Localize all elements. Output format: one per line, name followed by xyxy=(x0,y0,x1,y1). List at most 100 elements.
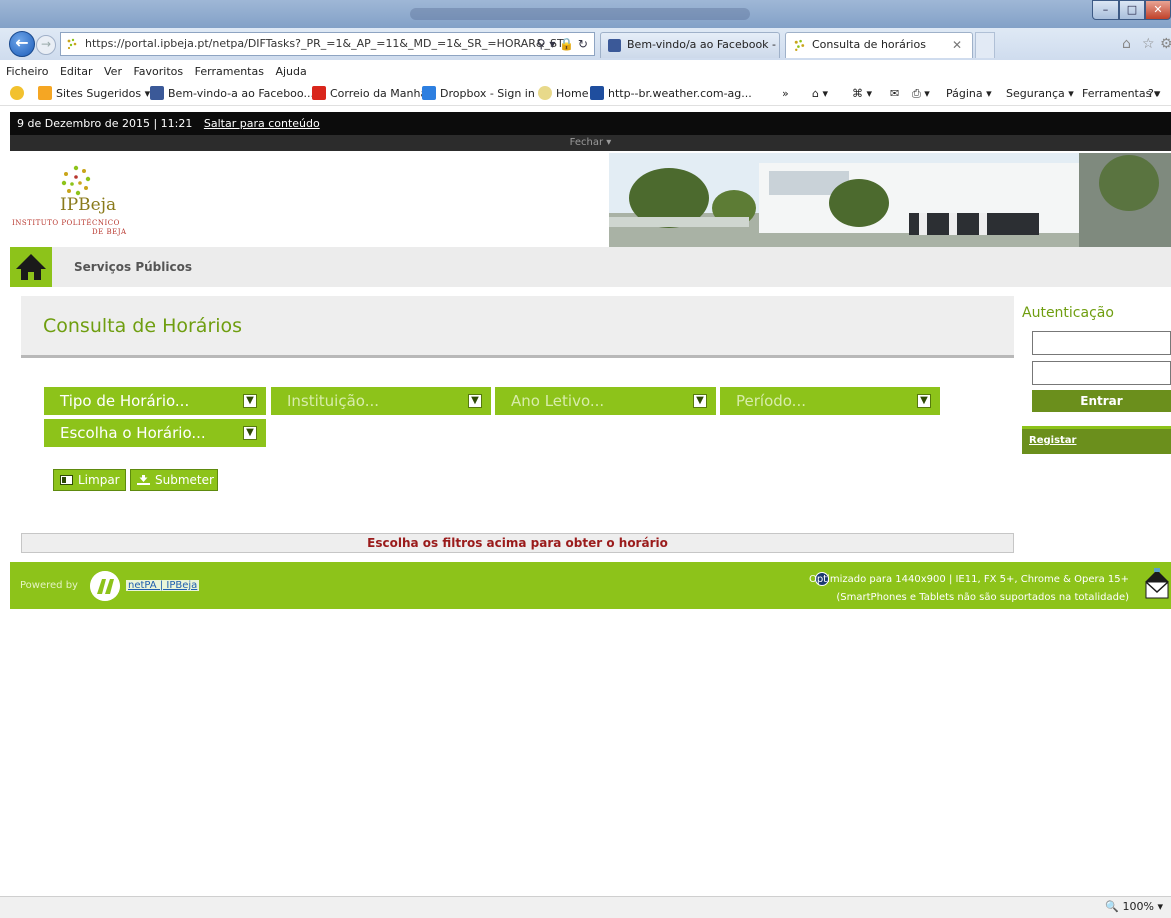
new-tab-button[interactable] xyxy=(975,32,995,58)
mail-envelope-icon[interactable] xyxy=(1143,568,1171,602)
site-header: IPBeja INSTITUTO POLITÉCNICO DE BEJA xyxy=(10,151,1171,247)
eraser-icon xyxy=(60,475,73,485)
download-icon xyxy=(137,475,150,485)
menu-ferramentas[interactable]: Ferramentas xyxy=(195,65,264,78)
fav-weather[interactable]: http--br.weather.com-ag... xyxy=(590,82,752,105)
chevron-down-icon: ▾ xyxy=(606,137,612,148)
fav-correio-manha[interactable]: Correio da Manhã xyxy=(312,82,427,105)
login-button[interactable]: Entrar xyxy=(1032,390,1171,412)
password-field[interactable] xyxy=(1032,361,1171,385)
breadcrumb-nav: Serviços Públicos xyxy=(10,247,1171,287)
maximize-button[interactable]: □ xyxy=(1119,0,1145,20)
logo-dots-icon xyxy=(61,165,91,196)
tab-facebook[interactable]: Bem-vindo/a ao Facebook - In... xyxy=(600,32,780,58)
fav-dropbox[interactable]: Dropbox - Sign in xyxy=(422,82,535,105)
facebook-icon xyxy=(150,86,164,100)
header-toggle[interactable]: Fechar ▾ xyxy=(10,135,1171,151)
filter-ano-letivo[interactable]: Ano Letivo... ▼ xyxy=(495,387,716,415)
filter-escolha-horario[interactable]: Escolha o Horário... ▼ xyxy=(44,419,266,447)
clear-button[interactable]: Limpar xyxy=(53,469,126,491)
dropbox-icon xyxy=(422,86,436,100)
logo-subtitle-1: INSTITUTO POLITÉCNICO xyxy=(12,219,120,227)
tab-consulta-horarios[interactable]: Consulta de horários ✕ xyxy=(785,32,973,58)
rss-feed-icon[interactable]: ⌘ ▾ xyxy=(852,82,872,105)
site-favicon-icon xyxy=(67,38,77,50)
address-controls-icon[interactable]: ⚲ ▾ 🔒 ↻ xyxy=(537,33,588,55)
minimize-button[interactable]: – xyxy=(1092,0,1119,20)
page-title: Consulta de Horários xyxy=(43,315,243,337)
help-icon[interactable]: ?▾ xyxy=(1148,82,1159,105)
netpa-link[interactable]: netPA | IPBeja xyxy=(126,580,200,591)
campus-photo xyxy=(609,153,1171,247)
logo-name: IPBeja xyxy=(60,195,117,215)
chevron-more-icon[interactable]: » xyxy=(782,82,789,105)
close-tab-icon[interactable]: ✕ xyxy=(952,33,962,57)
facebook-icon xyxy=(608,39,621,52)
home-icon[interactable]: ⌂ xyxy=(1122,36,1131,52)
page-footer: Powered by netPA | IPBeja Optimizado par… xyxy=(10,562,1171,609)
favorites-star-icon[interactable]: ☆ xyxy=(1142,36,1155,52)
tab-label: Bem-vindo/a ao Facebook - In... xyxy=(627,38,779,51)
settings-gear-icon[interactable]: ⚙ xyxy=(1160,36,1171,52)
chevron-down-icon: ▼ xyxy=(468,394,482,408)
filter-label: Escolha o Horário... xyxy=(60,424,206,442)
close-window-button[interactable]: ✕ xyxy=(1145,0,1171,20)
clear-label: Limpar xyxy=(78,473,120,487)
menu-seguranca[interactable]: Segurança ▾ xyxy=(1006,82,1074,105)
fav-home[interactable]: Home xyxy=(538,82,588,105)
menu-ver[interactable]: Ver xyxy=(104,65,122,78)
chevron-down-icon: ▼ xyxy=(243,394,257,408)
submit-button[interactable]: Submeter xyxy=(130,469,218,491)
chevron-down-icon: ▼ xyxy=(693,394,707,408)
print-icon[interactable]: ⎙ ▾ xyxy=(912,82,930,105)
site-favicon-icon xyxy=(794,39,805,52)
auth-title: Autenticação xyxy=(1022,305,1114,321)
bing-icon xyxy=(38,86,52,100)
mail-icon[interactable]: ✉ xyxy=(890,82,899,105)
cm-icon xyxy=(312,86,326,100)
window-title xyxy=(410,8,750,20)
weather-icon xyxy=(590,86,604,100)
title-panel: Consulta de Horários xyxy=(21,296,1014,358)
status-bar: 🔍 100% ▾ xyxy=(0,896,1171,918)
address-bar[interactable]: https://portal.ipbeja.pt/netpa/DIFTasks?… xyxy=(60,32,595,56)
zoom-level: 100% xyxy=(1122,900,1154,913)
top-info-bar: 9 de Dezembro de 2015 | 11:21 Saltar par… xyxy=(10,112,1171,135)
menu-ficheiro[interactable]: Ficheiro xyxy=(6,65,48,78)
filter-periodo[interactable]: Período... ▼ xyxy=(720,387,940,415)
date-time: 9 de Dezembro de 2015 | 11:21 xyxy=(17,117,193,130)
filter-instituicao[interactable]: Instituição... ▼ xyxy=(271,387,491,415)
menu-editar[interactable]: Editar xyxy=(60,65,93,78)
filter-tipo-horario[interactable]: Tipo de Horário... ▼ xyxy=(44,387,266,415)
menu-favoritos[interactable]: Favoritos xyxy=(133,65,183,78)
username-field[interactable] xyxy=(1032,331,1171,355)
logo-subtitle-2: DE BEJA xyxy=(92,228,127,236)
menu-ajuda[interactable]: Ajuda xyxy=(275,65,306,78)
browser-window: – □ ✕ ← → https://portal.ipbeja.pt/netpa… xyxy=(0,0,1171,918)
zoom-control[interactable]: 🔍 100% ▾ xyxy=(1105,900,1163,913)
favorites-add-icon[interactable] xyxy=(10,82,28,105)
menu-pagina[interactable]: Página ▾ xyxy=(946,82,992,105)
devices-note: (SmartPhones e Tablets não são suportado… xyxy=(836,592,1129,603)
forward-button[interactable]: → xyxy=(36,35,56,55)
result-message: Escolha os filtros acima para obter o ho… xyxy=(21,533,1014,553)
skip-to-content-link[interactable]: Saltar para conteúdo xyxy=(204,117,320,130)
fav-facebook[interactable]: Bem-vindo-a ao Faceboo... xyxy=(150,82,314,105)
fav-sites-sugeridos[interactable]: Sites Sugeridos ▾ xyxy=(38,82,150,105)
register-link[interactable]: Registar xyxy=(1022,426,1171,454)
optimized-note: Optimizado para 1440x900 | IE11, FX 5+, … xyxy=(808,574,1129,585)
house-icon xyxy=(16,254,46,280)
nav-servicos-publicos[interactable]: Serviços Públicos xyxy=(74,247,192,287)
home-icon[interactable]: ⌂ ▾ xyxy=(812,82,828,105)
home-button[interactable] xyxy=(10,247,52,287)
menu-bar: Ficheiro Editar Ver Favoritos Ferramenta… xyxy=(0,62,1171,82)
back-button[interactable]: ← xyxy=(9,31,35,57)
submit-label: Submeter xyxy=(155,473,214,487)
auth-sidebar: Autenticação Entrar Registar xyxy=(1022,288,1171,562)
zoom-icon: 🔍 xyxy=(1105,900,1120,913)
ipbeja-logo[interactable]: IPBeja INSTITUTO POLITÉCNICO DE BEJA xyxy=(10,159,140,241)
navigation-bar: ← → https://portal.ipbeja.pt/netpa/DIFTa… xyxy=(0,28,1171,60)
campus-building-image xyxy=(609,153,1171,247)
filter-label: Ano Letivo... xyxy=(511,392,605,410)
address-text: https://portal.ipbeja.pt/netpa/DIFTasks?… xyxy=(85,37,564,50)
